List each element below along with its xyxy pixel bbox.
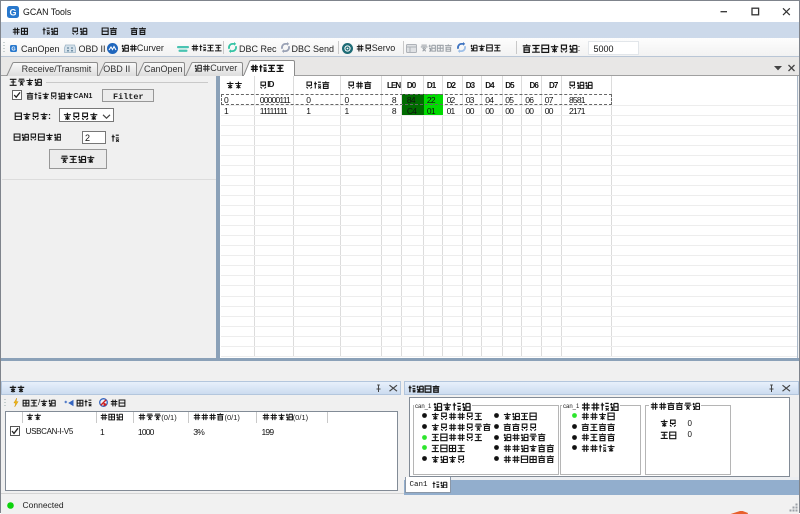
- svg-text:G: G: [9, 7, 16, 17]
- svg-text:G: G: [11, 47, 15, 52]
